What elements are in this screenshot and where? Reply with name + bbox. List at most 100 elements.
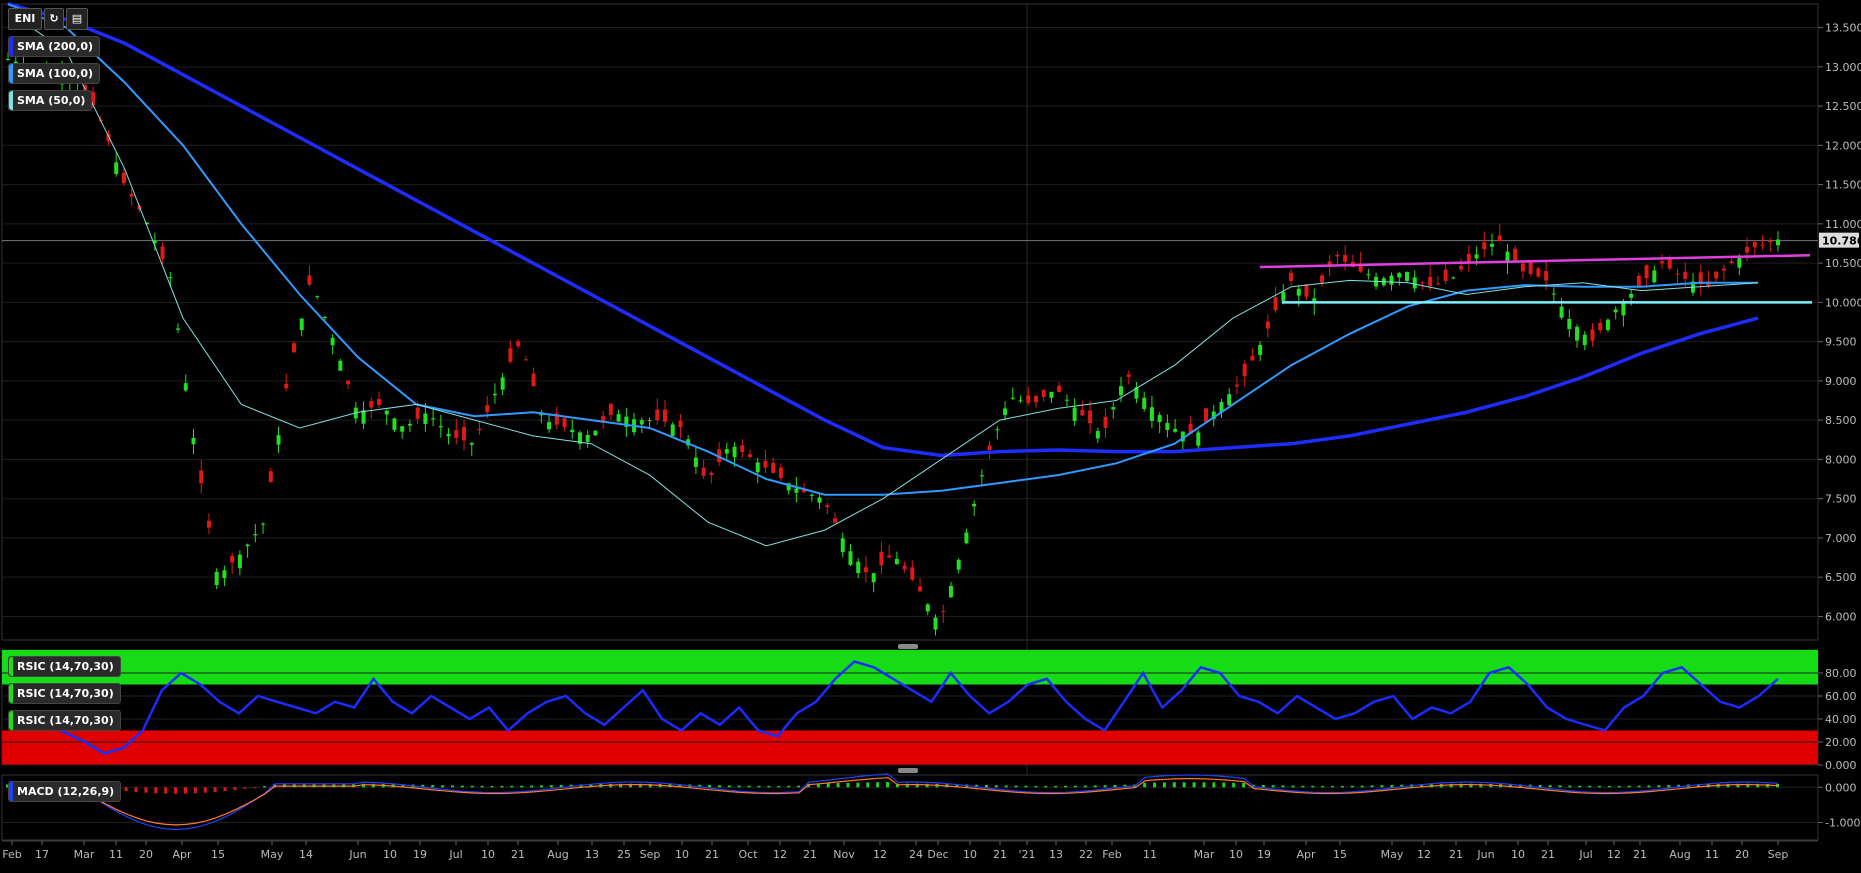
candle-body (570, 429, 575, 433)
candle-body (1273, 297, 1278, 311)
candle-body (863, 567, 868, 573)
macd-histogram-bar (164, 787, 168, 794)
candle-body (1428, 276, 1433, 287)
macd-histogram-bar (1192, 782, 1196, 788)
candle-body (245, 544, 250, 547)
candle-body (531, 373, 536, 387)
candle-body (129, 193, 134, 197)
rsi-oversold-zone (2, 730, 1818, 765)
time-tick-label: 21 (1633, 848, 1647, 861)
sma50-badge[interactable]: SMA (50,0) (8, 90, 93, 111)
candle-body (230, 555, 235, 563)
candle-body (1289, 272, 1294, 281)
time-tick-label: Jun (1476, 848, 1494, 861)
candle-body (1636, 275, 1641, 287)
refresh-button[interactable]: ↻ (44, 8, 64, 30)
candle-body (1173, 428, 1178, 432)
macd-badge[interactable]: MACD (12,26,9) (8, 781, 122, 802)
rsi-badge-2[interactable]: RSIC (14,70,30) (8, 683, 121, 704)
candle-body (346, 380, 351, 385)
sma100-badge[interactable]: SMA (100,0) (8, 63, 101, 84)
macd-histogram-bar (263, 786, 267, 788)
candle-body (462, 426, 467, 441)
rsi-badge-3[interactable]: RSIC (14,70,30) (8, 710, 121, 731)
macd-histogram-bar (856, 782, 860, 788)
macd-histogram-bar (1024, 785, 1028, 788)
time-tick-label: Feb (1102, 848, 1121, 861)
candle-body (902, 565, 907, 570)
candle-body (160, 246, 165, 259)
price-tick-label: 10.000 (1825, 296, 1861, 309)
candle-body (956, 559, 961, 570)
candle-body (1567, 318, 1572, 330)
candle-body (1551, 293, 1556, 295)
candle-body (1343, 254, 1348, 262)
candle-body (1010, 397, 1015, 399)
candle-body (291, 343, 296, 353)
candle-body (1088, 410, 1093, 424)
candle-body (662, 409, 667, 422)
sma200-badge[interactable]: SMA (200,0) (8, 36, 101, 57)
candle-body (794, 488, 799, 493)
time-tick-label: Jul (448, 848, 462, 861)
menu-button[interactable]: ▤ (66, 8, 88, 30)
rsi-badge-1[interactable]: RSIC (14,70,30) (8, 656, 121, 677)
pane-resize-handle-1[interactable] (898, 644, 918, 649)
price-tick-label: 8.500 (1825, 414, 1857, 427)
pane-resize-handle-2[interactable] (898, 768, 918, 773)
macd-histogram-bar (1202, 782, 1206, 788)
macd-histogram-bar (213, 787, 217, 792)
candle-body (222, 570, 227, 579)
time-tick-label: 11 (1143, 848, 1157, 861)
candle-body (693, 457, 698, 467)
candle-body (431, 418, 436, 420)
candle-body (1296, 288, 1301, 296)
candle-body (1528, 262, 1533, 274)
macd-histogram-bar (470, 785, 474, 788)
candle-body (438, 426, 443, 428)
time-tick-label: 20 (139, 848, 153, 861)
macd-histogram-bar (1360, 785, 1364, 788)
candle-body (748, 454, 753, 458)
candle-body (833, 518, 838, 523)
time-tick-label: '21 (1018, 848, 1035, 861)
candle-body (1776, 239, 1780, 246)
macd-histogram-bar (1113, 784, 1117, 788)
candle-body (1119, 386, 1124, 396)
candle-body (1420, 282, 1425, 284)
chart-canvas: 13.500 13.000 12.500 12.000 11.500 11.000 10.5… (1, 2, 1861, 861)
macd-pane[interactable] (1, 773, 1819, 841)
sma100-label: SMA (100,0) (17, 67, 94, 80)
macd-histogram-bar (549, 785, 553, 788)
macd-histogram-bar (1667, 785, 1671, 788)
candle-body (299, 318, 304, 330)
macd-histogram-bar (193, 787, 197, 794)
candle-body (400, 426, 405, 432)
candle-body (995, 429, 1000, 431)
time-tick-label: 10 (383, 848, 397, 861)
candle-body (887, 555, 892, 558)
candle-body (1412, 277, 1417, 289)
candle-body (1752, 242, 1757, 248)
candle-body (678, 420, 683, 428)
symbol-button[interactable]: ENI (8, 8, 42, 30)
time-tick-label: Mar (74, 848, 95, 861)
candle-body (423, 413, 428, 424)
candle-body (709, 472, 714, 476)
candle-body (1737, 257, 1742, 268)
macd-histogram-bar (1143, 782, 1147, 788)
candle-body (1629, 293, 1634, 298)
candle-body (1683, 271, 1688, 279)
candle-body (206, 520, 211, 528)
candle-body (1644, 265, 1649, 279)
candle-body (1281, 292, 1286, 301)
time-tick-label: 11 (109, 848, 123, 861)
candle-body (407, 423, 412, 426)
candle-body (1057, 385, 1062, 392)
macd-histogram-bar (1627, 785, 1631, 788)
macd-histogram-bar (490, 785, 494, 788)
candle-body (1165, 422, 1170, 431)
rsi-pane[interactable] (1, 649, 1819, 766)
macd-histogram-bar (233, 787, 237, 790)
macd-histogram-bar (1242, 782, 1246, 788)
